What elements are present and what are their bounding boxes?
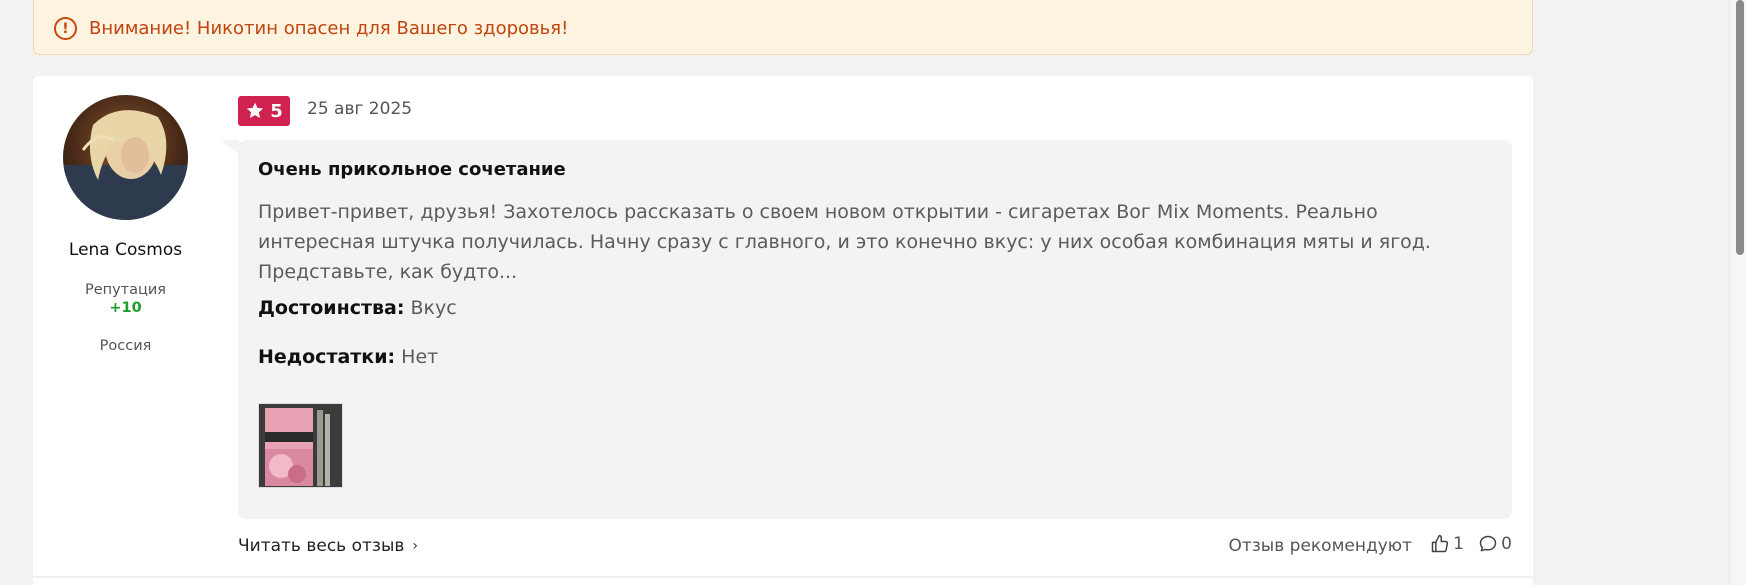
- rating-badge: 5: [238, 96, 290, 126]
- pros-value: Вкус: [410, 297, 457, 319]
- likes-count: 1: [1453, 534, 1464, 554]
- cons-value: Нет: [401, 346, 439, 368]
- thumbs-up-icon: [1431, 534, 1449, 553]
- comments-button[interactable]: 0: [1478, 534, 1512, 554]
- star-icon: [247, 102, 264, 118]
- nicotine-warning-banner: ! Внимание! Никотин опасен для Вашего зд…: [33, 0, 1533, 55]
- review-card: Lena Cosmos Репутация +10 Россия 5 25 ав…: [33, 76, 1533, 585]
- review-photo-thumbnail[interactable]: [258, 403, 343, 488]
- chevron-right-icon: ›: [412, 538, 418, 554]
- author-country: Россия: [99, 338, 152, 354]
- review-date: 25 авг 2025: [307, 99, 413, 119]
- rating-value: 5: [270, 100, 283, 122]
- like-button[interactable]: 1: [1430, 534, 1464, 554]
- comment-icon: [1479, 535, 1497, 552]
- review-bubble: Очень прикольное сочетание Привет-привет…: [238, 140, 1512, 519]
- review-text: Привет-привет, друзья! Захотелось расска…: [258, 201, 1431, 283]
- bubble-tail: [221, 140, 239, 154]
- cons-label: Недостатки:: [258, 346, 396, 368]
- read-full-review-link[interactable]: Читать весь отзыв ›: [238, 536, 418, 556]
- reputation-value: +10: [109, 300, 142, 316]
- read-more-label: Читать весь отзыв: [238, 536, 405, 556]
- warning-text: Внимание! Никотин опасен для Вашего здор…: [89, 18, 569, 39]
- reputation-label: Репутация: [84, 282, 167, 298]
- avatar[interactable]: [63, 95, 188, 220]
- author-name[interactable]: Lena Cosmos: [33, 240, 218, 260]
- recommend-label: Отзыв рекомендуют: [1228, 536, 1412, 556]
- exclamation-circle-icon: !: [54, 17, 77, 40]
- pros-line: Достоинства: Вкус: [258, 297, 457, 319]
- pros-label: Достоинства:: [258, 297, 405, 319]
- page: ! Внимание! Никотин опасен для Вашего зд…: [0, 0, 1746, 585]
- review-footer: Читать весь отзыв › Отзыв рекомендуют 1 …: [238, 534, 1512, 562]
- scrollbar-thumb[interactable]: [1736, 0, 1744, 255]
- comments-count: 0: [1501, 534, 1512, 554]
- review-title[interactable]: Очень прикольное сочетание: [258, 159, 566, 180]
- cons-line: Недостатки: Нет: [258, 346, 438, 368]
- card-divider: [33, 576, 1533, 578]
